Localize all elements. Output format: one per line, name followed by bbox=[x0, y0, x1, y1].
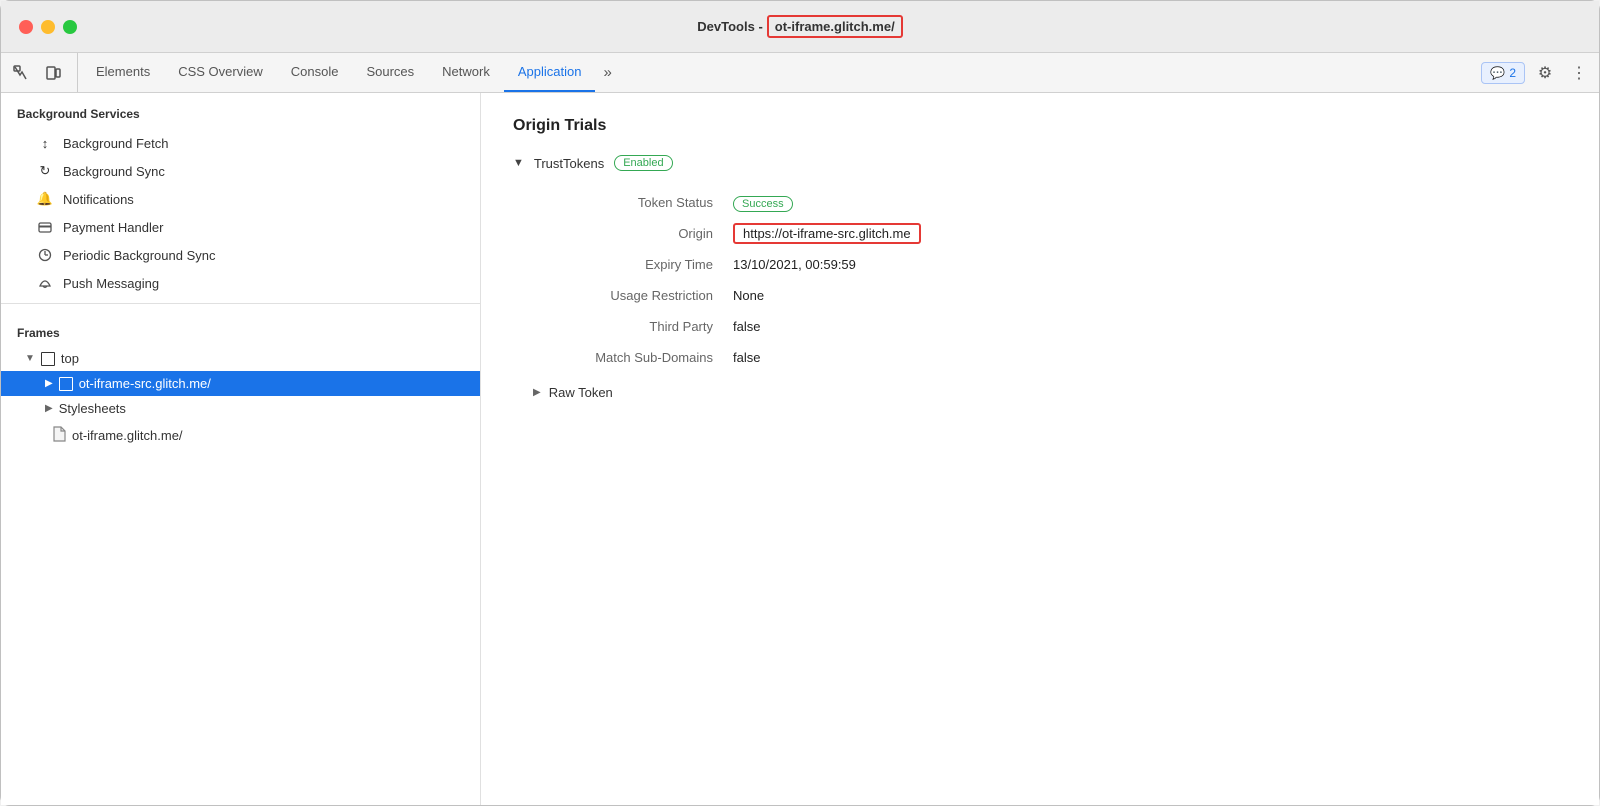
frames-top-label: top bbox=[61, 351, 79, 366]
inspector-icon[interactable] bbox=[7, 59, 35, 87]
token-status-label: Token Status bbox=[533, 195, 733, 210]
origin-value: https://ot-iframe-src.glitch.me bbox=[733, 226, 921, 241]
expiry-time-label: Expiry Time bbox=[533, 257, 733, 272]
origin-url[interactable]: https://ot-iframe-src.glitch.me bbox=[733, 223, 921, 244]
message-icon: 💬 bbox=[1490, 66, 1505, 80]
settings-button[interactable]: ⚙ bbox=[1531, 59, 1559, 87]
sidebar-divider bbox=[1, 303, 480, 304]
tab-sources[interactable]: Sources bbox=[352, 53, 428, 92]
sidebar-item-notifications-label: Notifications bbox=[63, 192, 134, 207]
toolbar-right: 💬 2 ⚙ ⋮ bbox=[1481, 53, 1593, 92]
more-tabs-button[interactable]: » bbox=[595, 53, 619, 92]
sidebar-item-payment-handler[interactable]: Payment Handler bbox=[1, 213, 480, 241]
titlebar-title: DevTools - ot-iframe.glitch.me/ bbox=[697, 15, 902, 38]
messages-badge[interactable]: 💬 2 bbox=[1481, 62, 1525, 84]
origin-label: Origin bbox=[533, 226, 733, 241]
success-badge: Success bbox=[733, 196, 793, 212]
background-services-header: Background Services bbox=[1, 93, 480, 129]
title-url: ot-iframe.glitch.me/ bbox=[767, 15, 903, 38]
third-party-row: Third Party false bbox=[533, 311, 1567, 342]
top-frame-icon bbox=[41, 352, 55, 366]
titlebar: DevTools - ot-iframe.glitch.me/ bbox=[1, 1, 1599, 53]
raw-token-row: ▶ Raw Token bbox=[533, 381, 1567, 404]
token-status-value: Success bbox=[733, 195, 793, 210]
sidebar-item-background-fetch-label: Background Fetch bbox=[63, 136, 169, 151]
sidebar-item-background-fetch[interactable]: ↕ Background Fetch bbox=[1, 129, 480, 157]
file-icon bbox=[53, 426, 66, 445]
tab-application[interactable]: Application bbox=[504, 53, 596, 92]
sidebar-item-periodic-background-sync-label: Periodic Background Sync bbox=[63, 248, 215, 263]
trust-tokens-header: ▼ TrustTokens Enabled bbox=[513, 155, 1567, 171]
sidebar-item-periodic-background-sync[interactable]: Periodic Background Sync bbox=[1, 241, 480, 269]
match-subdomains-value: false bbox=[733, 350, 760, 365]
ot-iframe-src-icon bbox=[59, 377, 73, 391]
periodic-sync-icon bbox=[37, 247, 53, 263]
trust-tokens-collapse-arrow[interactable]: ▼ bbox=[513, 157, 524, 169]
device-icon[interactable] bbox=[39, 59, 67, 87]
top-expand-arrow: ▼ bbox=[25, 353, 35, 364]
sidebar-item-payment-handler-label: Payment Handler bbox=[63, 220, 163, 235]
title-prefix: DevTools - bbox=[697, 19, 763, 34]
raw-token-expand-arrow[interactable]: ▶ bbox=[533, 387, 541, 398]
toolbar-tabs: Elements CSS Overview Console Sources Ne… bbox=[82, 53, 1481, 92]
sidebar: Background Services ↕ Background Fetch ↻… bbox=[1, 93, 481, 805]
window-controls bbox=[19, 20, 77, 34]
sidebar-item-push-messaging-label: Push Messaging bbox=[63, 276, 159, 291]
content-title: Origin Trials bbox=[513, 117, 1567, 135]
close-button[interactable] bbox=[19, 20, 33, 34]
background-sync-icon: ↻ bbox=[37, 163, 53, 179]
push-messaging-icon bbox=[37, 275, 53, 291]
frames-file-label: ot-iframe.glitch.me/ bbox=[72, 428, 183, 443]
origin-row: Origin https://ot-iframe-src.glitch.me bbox=[533, 218, 1567, 249]
match-subdomains-label: Match Sub-Domains bbox=[533, 350, 733, 365]
third-party-value: false bbox=[733, 319, 760, 334]
data-table: Token Status Success Origin https://ot-i… bbox=[533, 187, 1567, 373]
usage-restriction-row: Usage Restriction None bbox=[533, 280, 1567, 311]
raw-token-label: Raw Token bbox=[549, 385, 613, 400]
sidebar-item-notifications[interactable]: 🔔 Notifications bbox=[1, 185, 480, 213]
expiry-time-row: Expiry Time 13/10/2021, 00:59:59 bbox=[533, 249, 1567, 280]
frames-stylesheets-item[interactable]: ▶ Stylesheets bbox=[1, 396, 480, 421]
frames-top-item[interactable]: ▼ top bbox=[1, 346, 480, 371]
token-status-row: Token Status Success bbox=[533, 187, 1567, 218]
notifications-icon: 🔔 bbox=[37, 191, 53, 207]
toolbar: Elements CSS Overview Console Sources Ne… bbox=[1, 53, 1599, 93]
tab-network[interactable]: Network bbox=[428, 53, 504, 92]
frames-header: Frames bbox=[1, 320, 480, 346]
maximize-button[interactable] bbox=[63, 20, 77, 34]
payment-handler-icon bbox=[37, 219, 53, 235]
sidebar-item-push-messaging[interactable]: Push Messaging bbox=[1, 269, 480, 297]
tab-console[interactable]: Console bbox=[277, 53, 353, 92]
enabled-badge: Enabled bbox=[614, 155, 672, 171]
toolbar-left-tools bbox=[7, 53, 78, 92]
sidebar-item-background-sync[interactable]: ↻ Background Sync bbox=[1, 157, 480, 185]
trust-tokens-label: TrustTokens bbox=[534, 156, 604, 171]
frames-ot-iframe-src-label: ot-iframe-src.glitch.me/ bbox=[79, 376, 211, 391]
expiry-time-value: 13/10/2021, 00:59:59 bbox=[733, 257, 856, 272]
content-area: Origin Trials ▼ TrustTokens Enabled Toke… bbox=[481, 93, 1599, 805]
frames-stylesheets-label: Stylesheets bbox=[59, 401, 126, 416]
more-options-button[interactable]: ⋮ bbox=[1565, 59, 1593, 87]
badge-count: 2 bbox=[1509, 66, 1516, 80]
sidebar-item-background-sync-label: Background Sync bbox=[63, 164, 165, 179]
main-area: Background Services ↕ Background Fetch ↻… bbox=[1, 93, 1599, 805]
minimize-button[interactable] bbox=[41, 20, 55, 34]
usage-restriction-value: None bbox=[733, 288, 764, 303]
stylesheets-expand-arrow: ▶ bbox=[45, 403, 53, 414]
frames-section: Frames ▼ top ▶ ot-iframe-src.glitch.me/ … bbox=[1, 310, 480, 460]
background-fetch-icon: ↕ bbox=[37, 135, 53, 151]
third-party-label: Third Party bbox=[533, 319, 733, 334]
frames-file-item[interactable]: ot-iframe.glitch.me/ bbox=[1, 421, 480, 450]
usage-restriction-label: Usage Restriction bbox=[533, 288, 733, 303]
tab-elements[interactable]: Elements bbox=[82, 53, 164, 92]
match-subdomains-row: Match Sub-Domains false bbox=[533, 342, 1567, 373]
tab-css-overview[interactable]: CSS Overview bbox=[164, 53, 277, 92]
ot-iframe-src-expand-arrow: ▶ bbox=[45, 378, 53, 389]
frames-ot-iframe-src-item[interactable]: ▶ ot-iframe-src.glitch.me/ bbox=[1, 371, 480, 396]
